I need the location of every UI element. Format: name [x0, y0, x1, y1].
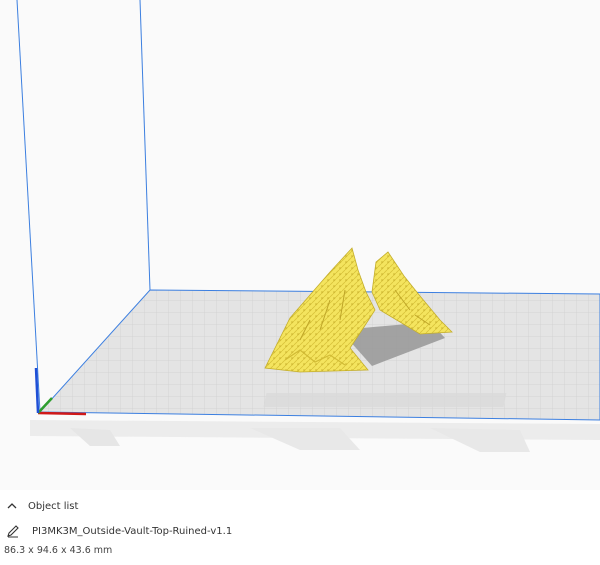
- object-list-toggle[interactable]: Object list: [6, 498, 78, 514]
- object-list-label: Object list: [28, 500, 79, 512]
- object-dimensions: 86.3 x 94.6 x 43.6 mm: [4, 545, 113, 556]
- pencil-icon[interactable]: [6, 524, 20, 538]
- 3d-viewport[interactable]: [0, 0, 600, 490]
- x-axis: [37, 411, 87, 416]
- object-row[interactable]: PI3MK3M_Outside-Vault-Top-Ruined-v1.1: [6, 523, 232, 539]
- object-list-panel: Object list PI3MK3M_Outside-Vault-Top-Ru…: [0, 490, 600, 565]
- printer-frame: [30, 420, 600, 452]
- scene-render: [16, 0, 600, 452]
- object-name: PI3MK3M_Outside-Vault-Top-Ruined-v1.1: [32, 525, 233, 537]
- chevron-up-icon: [7, 503, 17, 509]
